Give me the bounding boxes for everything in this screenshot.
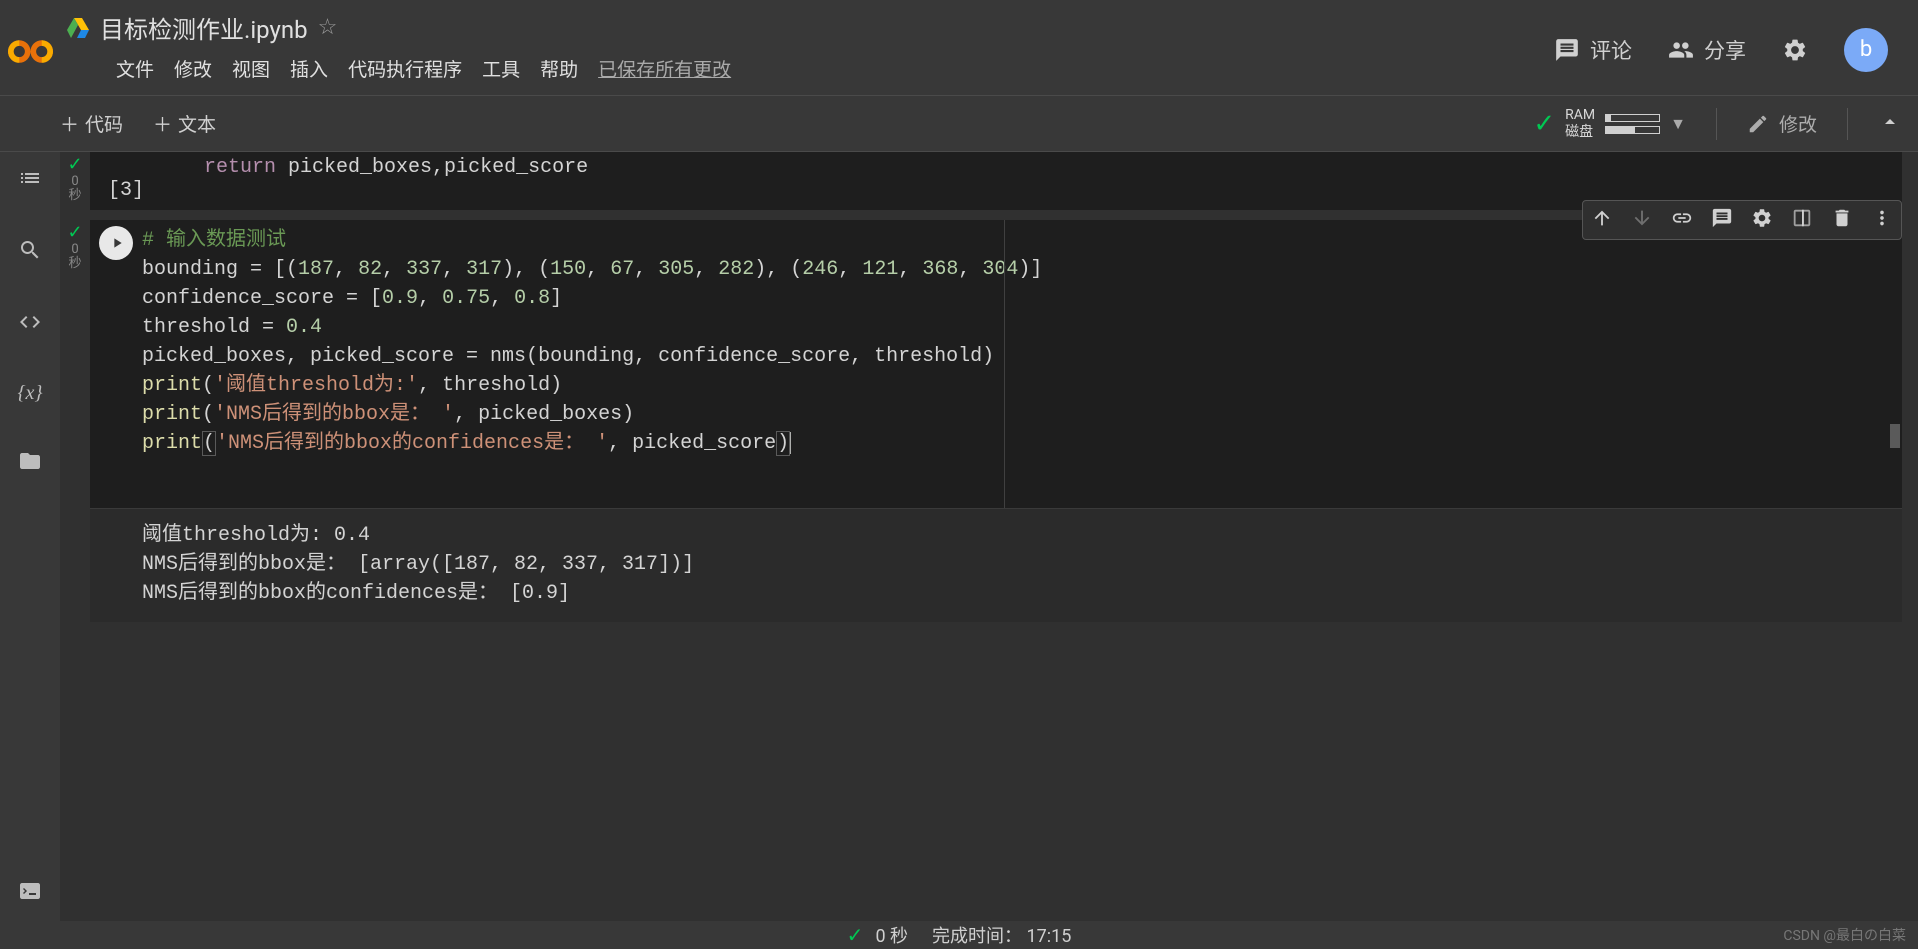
plus-icon: ＋ — [60, 110, 79, 137]
divider — [1847, 108, 1848, 140]
ram-label: RAM — [1565, 107, 1595, 124]
status-bar: ✓ 0 秒 完成时间： 17:15 CSDN @最白の白菜 — [0, 921, 1918, 949]
check-icon: ✓ — [1533, 109, 1555, 139]
app-header: 目标检测作业.ipynb ☆ 文件 修改 视图 插入 代码执行程序 工具 帮助 … — [0, 0, 1918, 96]
cell-toolbar — [1582, 200, 1902, 240]
menu-edit[interactable]: 修改 — [174, 55, 212, 82]
delete-icon[interactable] — [1831, 207, 1853, 233]
chevron-down-icon[interactable]: ▼ — [1670, 114, 1686, 134]
terminal-icon[interactable] — [18, 879, 42, 907]
notebook-area[interactable]: ✓ 0秒 return picked_boxes,picked_score [3… — [60, 152, 1918, 921]
disk-bar — [1605, 126, 1660, 134]
status-completion: 完成时间： 17:15 — [932, 922, 1071, 948]
menu-view[interactable]: 视图 — [232, 55, 270, 82]
output-line: NMS后得到的bbox是： [array([187, 82, 337, 317]… — [142, 550, 1902, 579]
status-exec-time: 0 秒 — [875, 922, 908, 948]
column-ruler — [1004, 220, 1005, 508]
files-icon[interactable] — [18, 449, 42, 477]
output-label: [3] — [108, 179, 1892, 202]
drive-icon — [66, 16, 90, 40]
check-icon: ✓ — [847, 923, 864, 947]
check-icon: ✓ — [67, 154, 82, 175]
output-line: NMS后得到的bbox的confidences是： [0.9] — [142, 579, 1902, 608]
share-button[interactable]: 分享 — [1668, 35, 1746, 65]
user-avatar[interactable]: b — [1844, 28, 1888, 72]
code-editor[interactable]: # 输入数据测试 bounding = [(187, 82, 337, 317)… — [142, 220, 1888, 508]
collapse-button[interactable] — [1878, 110, 1902, 138]
move-down-icon[interactable] — [1631, 207, 1653, 233]
run-button[interactable] — [99, 226, 133, 260]
add-code-button[interactable]: ＋代码 — [60, 110, 123, 137]
check-icon: ✓ — [67, 222, 82, 243]
disk-label: 磁盘 — [1565, 124, 1595, 141]
saved-status[interactable]: 已保存所有更改 — [598, 55, 731, 82]
menu-insert[interactable]: 插入 — [290, 55, 328, 82]
resource-bars — [1605, 114, 1660, 134]
notebook-title[interactable]: 目标检测作业.ipynb — [100, 10, 308, 45]
watermark: CSDN @最白の白菜 — [1783, 925, 1906, 945]
settings-button[interactable] — [1782, 37, 1808, 63]
active-cell: ✓ 0秒 — [60, 220, 1918, 622]
comment-label: 评论 — [1590, 35, 1632, 65]
mirror-icon[interactable] — [1791, 207, 1813, 233]
colab-logo[interactable] — [0, 0, 60, 95]
divider — [1716, 108, 1717, 140]
add-text-button[interactable]: ＋文本 — [153, 110, 216, 137]
star-icon[interactable]: ☆ — [318, 15, 338, 40]
code-snippets-icon[interactable] — [18, 310, 42, 338]
menu-bar: 文件 修改 视图 插入 代码执行程序 工具 帮助 已保存所有更改 — [60, 50, 1554, 94]
comment-icon[interactable] — [1711, 207, 1733, 233]
edit-button[interactable]: 修改 — [1747, 110, 1817, 137]
toolbar: ＋代码 ＋文本 ✓ RAM 磁盘 ▼ 修改 — [0, 96, 1918, 152]
menu-help[interactable]: 帮助 — [540, 55, 578, 82]
editor-scrollbar[interactable] — [1888, 220, 1902, 508]
resource-status[interactable]: ✓ RAM 磁盘 ▼ — [1533, 107, 1686, 141]
left-sidebar: {x} — [0, 152, 60, 921]
menu-file[interactable]: 文件 — [116, 55, 154, 82]
menu-runtime[interactable]: 代码执行程序 — [348, 55, 462, 82]
share-label: 分享 — [1704, 35, 1746, 65]
search-icon[interactable] — [18, 238, 42, 266]
title-row: 目标检测作业.ipynb ☆ — [60, 2, 1554, 50]
header-actions: 评论 分享 b — [1554, 0, 1918, 95]
plus-icon: ＋ — [153, 110, 172, 137]
more-icon[interactable] — [1871, 207, 1893, 233]
toc-icon[interactable] — [18, 166, 42, 194]
comment-button[interactable]: 评论 — [1554, 35, 1632, 65]
ram-bar — [1605, 114, 1660, 122]
move-up-icon[interactable] — [1591, 207, 1613, 233]
menu-tools[interactable]: 工具 — [482, 55, 520, 82]
variables-icon[interactable]: {x} — [18, 382, 43, 405]
gear-icon[interactable] — [1751, 207, 1773, 233]
cell-output: 阈值threshold为: 0.4 NMS后得到的bbox是： [array([… — [90, 508, 1902, 622]
output-line: 阈值threshold为: 0.4 — [142, 521, 1902, 550]
link-icon[interactable] — [1671, 207, 1693, 233]
